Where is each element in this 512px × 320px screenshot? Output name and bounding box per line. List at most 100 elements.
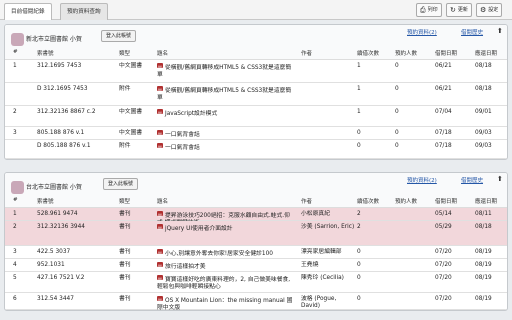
table-row[interactable]: D 312.1695 7453 附件 ▤ 從橫觀/舊網頁轉移成HTML5 & CSS3… [5,83,507,106]
title-text: 一口氣背會話 [165,145,200,151]
cell-borrow: 07/18 [435,143,452,149]
library-icon [11,33,24,46]
table-row[interactable]: 6 312.54 3447 書刊 ▤ OS X Mountain Lion：the mi… [5,293,507,310]
cell-type: 附件 [119,143,131,149]
cell-no: 5 [13,275,17,281]
table-row[interactable]: D 805.188 876 v.1 附件 ▤ 一口氣背會話 0 0 07/18 09/03 [5,140,507,159]
book-icon: ▤ [157,130,163,136]
cell-borrow: 07/20 [435,275,452,281]
login-account-button[interactable]: 登入此帳號 [103,178,139,190]
column-label: 續借次數 [357,199,380,205]
cell-due: 08/19 [475,296,492,302]
column-label: 索書號 [37,51,54,57]
reservation-link[interactable]: 預約資料(2) [407,28,437,36]
column-label: 借閱日期 [435,199,458,205]
library-panel: 新北市立圖書館 小賀 登入此帳號 預約資料(2) 借閱歷史 ⬆ # 索書號 類型 題名… [4,24,508,160]
cell-type: 中文圖書 [119,63,143,69]
cell-title: ▤ 從橫觀/舊網頁轉移成HTML5 & CSS3就是這麼簡單 [157,63,295,79]
refresh-button[interactable]: ↻ 更新 [446,3,472,17]
collapse-arrow-icon[interactable]: ⬆ [497,27,503,35]
cell-borrow: 07/20 [435,296,452,302]
column-label: 作者 [301,199,313,205]
table-row[interactable]: 4 952.1031 書刊 ▤ 旅行這樣拍才美 王堯燒 0 07/20 08/19 [5,259,507,272]
print-button[interactable]: ⎙ 列印 [416,3,442,17]
book-icon: ▤ [157,275,163,281]
title-text: OS X Mountain Lion：the missing manual 國際… [157,298,293,311]
cell-no: 1 [13,63,17,69]
cell-borrow: 07/20 [435,262,452,268]
table-row[interactable]: 1 528.961 9474 書刊 ▤ 提昇游泳技巧200絕招：克服水顧自由式.蛙式.仰… [5,208,507,226]
column-label: 題名 [157,51,169,57]
reservation-link[interactable]: 預約資料(2) [407,176,437,184]
cell-author: 漂亮家居編輯部 [301,249,342,255]
cell-title: ▤ JavaScript設計模式 [157,109,295,118]
cell-title: ▤ jQuery UI使用者介面設計 [157,224,295,233]
library-name: 台北市立圖書館 小賀 [26,184,82,191]
column-label: 索書號 [37,199,54,205]
cell-due: 09/01 [475,109,492,115]
cell-type: 書刊 [119,224,131,230]
cell-borrow: 07/04 [435,109,452,115]
cell-borrow: 07/20 [435,249,452,255]
collapse-arrow-icon[interactable]: ⬆ [497,175,503,183]
cell-no: 3 [13,249,17,255]
title-text: 從橫觀/舊網頁轉移成HTML5 & CSS3就是這麼簡單 [157,65,292,78]
cell-author: 王堯燒 [301,262,319,268]
cell-type: 中文圖書 [119,130,143,136]
cell-call: 312.32136 3944 [37,224,85,230]
history-link[interactable]: 借閱歷史 [461,176,483,184]
cell-no: 6 [13,296,17,302]
table-row[interactable]: 2 312.32136 3944 書刊 ▤ jQuery UI使用者介面設計 沙美 (Sa… [5,221,507,246]
cell-type: 中文圖書 [119,109,143,115]
top-bar: 目前借閱紀錄 預約資料查詢 ⎙ 列印 ↻ 更新 ⚙ 設定 [0,0,512,20]
cell-renew: 1 [357,63,361,69]
book-icon: ▤ [157,109,163,115]
cell-due: 08/19 [475,249,492,255]
cell-call: 422.5 3037 [37,249,71,255]
cell-title: ▤ 一口氣背會話 [157,130,295,139]
title-text: 寶寶這樣好吃的廣東料理的，2, 自己做美味餐食,輕鬆包與咖啡輕瞬接點心 [157,277,291,290]
cell-renew: 0 [357,143,361,149]
cell-borrow: 05/29 [435,224,452,230]
settings-button[interactable]: ⚙ 設定 [476,3,503,17]
table-row[interactable]: 3 422.5 3037 書刊 ▤ 小心,別讓意外奪去你家!居家安全健診100 漂亮家居編… [5,246,507,259]
library-icon [11,181,24,194]
table-row[interactable]: 3 805.188 876 v.1 中文圖書 ▤ 一口氣背會話 0 0 07/18 09/03 [5,127,507,140]
book-icon: ▤ [157,143,163,149]
cell-call: 312.32136 8867 c.2 [37,109,96,115]
cell-due: 09/03 [475,143,492,149]
book-icon: ▤ [157,86,163,92]
cell-holds: 0 [395,143,399,149]
column-label: 類型 [119,199,131,205]
cell-title: ▤ 寶寶這樣好吃的廣東料理的，2, 自己做美味餐食,輕鬆包與咖啡輕瞬接點心 [157,275,295,291]
settings-label: 設定 [488,7,499,13]
cell-call: 427.16 7521 V.2 [37,275,85,281]
cell-renew: 2 [357,224,361,230]
table-row[interactable]: 1 312.1695 7453 中文圖書 ▤ 從橫觀/舊網頁轉移成HTML5 & CSS… [5,60,507,83]
column-header: # 索書號 類型 題名 作者 續借次數 預約人數 借閱日期 應還日期 [5,195,507,207]
gear-icon: ⚙ [480,6,487,14]
table-row[interactable]: 2 312.32136 8867 c.2 中文圖書 ▤ JavaScript設計模式 1 0… [5,106,507,127]
login-account-button[interactable]: 登入此帳號 [101,30,137,42]
cell-renew: 0 [357,130,361,136]
tab-current-loans[interactable]: 目前借閱紀錄 [4,3,52,20]
cell-title: ▤ 一口氣背會話 [157,143,295,152]
cell-type: 書刊 [119,249,131,255]
table-row[interactable]: 5 427.16 7521 V.2 書刊 ▤ 寶寶這樣好吃的廣東料理的，2, 自己做美味… [5,272,507,293]
cell-call: 312.1695 7453 [37,63,82,69]
cell-title: ▤ OS X Mountain Lion：the missing manual 國… [157,296,295,311]
tab-reservations[interactable]: 預約資料查詢 [60,3,108,20]
cell-type: 書刊 [119,296,131,302]
column-label: # [13,49,18,55]
column-label: 預約人數 [395,51,418,57]
cell-holds: 0 [395,130,399,136]
title-text: 旅行這樣拍才美 [165,264,206,270]
cell-no: 4 [13,262,17,268]
cell-due: 08/11 [475,211,492,217]
cell-borrow: 06/21 [435,63,452,69]
cell-due: 09/03 [475,130,492,136]
cell-holds: 0 [395,63,399,69]
history-link[interactable]: 借閱歷史 [461,28,483,36]
cell-no: 1 [13,211,17,217]
cell-type: 附件 [119,86,131,92]
